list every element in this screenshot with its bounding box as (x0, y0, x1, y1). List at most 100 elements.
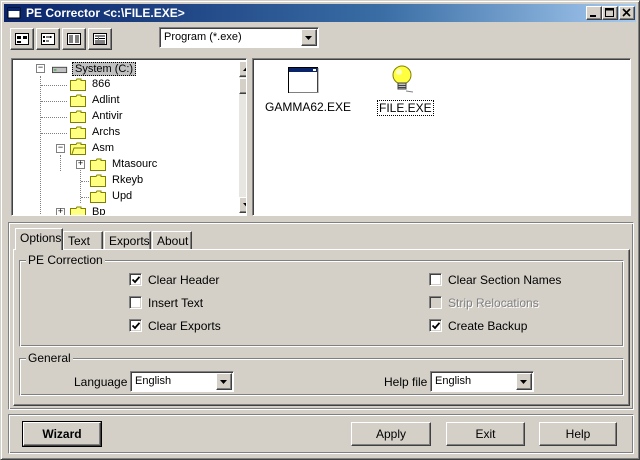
checkbox-box (129, 296, 142, 309)
checkbox-label: Clear Exports (148, 319, 221, 333)
tree-item-label: Bp (92, 206, 106, 216)
scroll-up-button[interactable] (239, 61, 246, 77)
checkbox-box (129, 273, 142, 286)
scroll-thumb[interactable] (239, 78, 246, 94)
folder-tree[interactable]: − System (C:) 866 Adlint Antivir Archs −… (11, 58, 247, 216)
tree-item-bp[interactable]: + Bp (12, 205, 232, 216)
tab-text[interactable]: Text (63, 231, 103, 250)
apply-button[interactable]: Apply (351, 422, 431, 446)
folder-icon (70, 206, 86, 215)
tree-item-label: Asm (92, 142, 114, 154)
collapse-toggle[interactable]: − (56, 142, 65, 153)
maximize-icon (605, 8, 614, 17)
chevron-down-icon (305, 36, 312, 40)
list-view-icon (67, 33, 81, 45)
group-title: PE Correction (26, 253, 105, 267)
tree-line (41, 85, 67, 86)
close-icon (622, 8, 631, 17)
tree-line (81, 181, 89, 182)
details-view-button[interactable] (88, 28, 112, 50)
checkbox-label: Clear Section Names (448, 273, 562, 287)
window-title: PE Corrector <c:\FILE.EXE> (26, 6, 185, 20)
chevron-down-icon (520, 380, 527, 384)
checkbox-box (429, 296, 442, 309)
minimize-button[interactable] (586, 6, 602, 20)
pe-correction-group: PE Correction Clear Header Insert Text C… (19, 253, 624, 347)
group-title: General (26, 351, 73, 365)
help-file-select[interactable]: English (430, 371, 534, 392)
exe-window-icon (288, 67, 319, 93)
list-view-button[interactable] (62, 28, 86, 50)
chevron-down-icon (220, 380, 227, 384)
file-filter-select[interactable]: Program (*.exe) (159, 27, 319, 48)
tree-item-upd[interactable]: Upd (12, 189, 232, 205)
scroll-down-button[interactable] (239, 197, 246, 213)
drive-icon (52, 66, 68, 74)
tree-item-mtasourc[interactable]: + Mtasourc (12, 157, 232, 173)
tree-item-label: Adlint (92, 94, 120, 106)
checkbox-label: Clear Header (148, 273, 220, 287)
checkbox-box (129, 319, 142, 332)
lightbulb-icon (392, 65, 414, 93)
tree-item-rkeyb[interactable]: Rkeyb (12, 173, 232, 189)
file-list[interactable]: GAMMA62.EXE FILE.EXE (252, 58, 631, 216)
general-group: General Language English Help file Engli… (19, 351, 624, 396)
folder-open-icon (70, 142, 86, 155)
tree-scrollbar[interactable] (239, 61, 246, 213)
tab-exports[interactable]: Exports (104, 231, 151, 250)
close-button[interactable] (619, 6, 635, 20)
small-icons-view-button[interactable] (36, 28, 60, 50)
tree-line (41, 133, 67, 134)
large-icons-view-icon (15, 33, 29, 45)
folder-icon (70, 110, 86, 123)
expand-toggle[interactable]: + (76, 158, 85, 169)
checkbox-label: Create Backup (448, 319, 528, 333)
folder-icon (70, 78, 86, 91)
help-file-dropdown-button[interactable] (516, 373, 532, 390)
large-icons-view-button[interactable] (10, 28, 34, 50)
minimize-icon (590, 15, 596, 17)
tree-line (41, 101, 67, 102)
folder-icon (70, 94, 86, 107)
file-item-gamma62[interactable]: GAMMA62.EXE (261, 63, 351, 115)
app-icon (7, 7, 21, 19)
tree-item-adlint[interactable]: Adlint (12, 93, 232, 109)
tree-item-label: Mtasourc (112, 158, 158, 170)
details-view-icon (93, 33, 107, 45)
checkbox-box (429, 319, 442, 332)
expand-toggle[interactable]: + (56, 206, 65, 215)
tree-item-label: Upd (112, 190, 133, 202)
tree-item-antivir[interactable]: Antivir (12, 109, 232, 125)
title-bar[interactable]: PE Corrector <c:\FILE.EXE> (4, 4, 636, 22)
folder-icon (90, 190, 106, 203)
tree-item-system-c[interactable]: − System (C:) (12, 61, 232, 77)
main-window: PE Corrector <c:\FILE.EXE> Program (*.ex… (0, 0, 640, 460)
tree-line (41, 117, 67, 118)
tab-options[interactable]: Options (15, 228, 63, 250)
wizard-button[interactable]: Wizard (22, 421, 102, 447)
language-dropdown-button[interactable] (216, 373, 232, 390)
language-select[interactable]: English (130, 371, 234, 392)
tree-item-label: Archs (92, 126, 121, 138)
help-file-value: English (435, 375, 472, 387)
chevron-down-icon (243, 203, 246, 207)
language-label: Language (74, 375, 128, 389)
help-button[interactable]: Help (539, 422, 617, 446)
chevron-up-icon (243, 67, 246, 71)
maximize-button[interactable] (602, 6, 618, 20)
checkbox-label: Strip Relocations (448, 296, 539, 310)
checkmark-icon (132, 276, 140, 284)
exit-button[interactable]: Exit (446, 422, 525, 446)
collapse-toggle[interactable]: − (36, 62, 45, 73)
file-filter-value: Program (*.exe) (164, 31, 242, 43)
file-item-file-exe[interactable]: FILE.EXE (373, 63, 434, 116)
file-filter-dropdown-button[interactable] (301, 29, 317, 46)
checkmark-icon (132, 322, 140, 330)
tab-about[interactable]: About (152, 231, 192, 250)
tree-line (81, 197, 89, 198)
folder-icon (70, 126, 86, 139)
tree-item-asm[interactable]: − Asm (12, 141, 232, 157)
tree-item-archs[interactable]: Archs (12, 125, 232, 141)
tree-item-866[interactable]: 866 (12, 77, 232, 93)
help-file-label: Help file (384, 375, 428, 389)
